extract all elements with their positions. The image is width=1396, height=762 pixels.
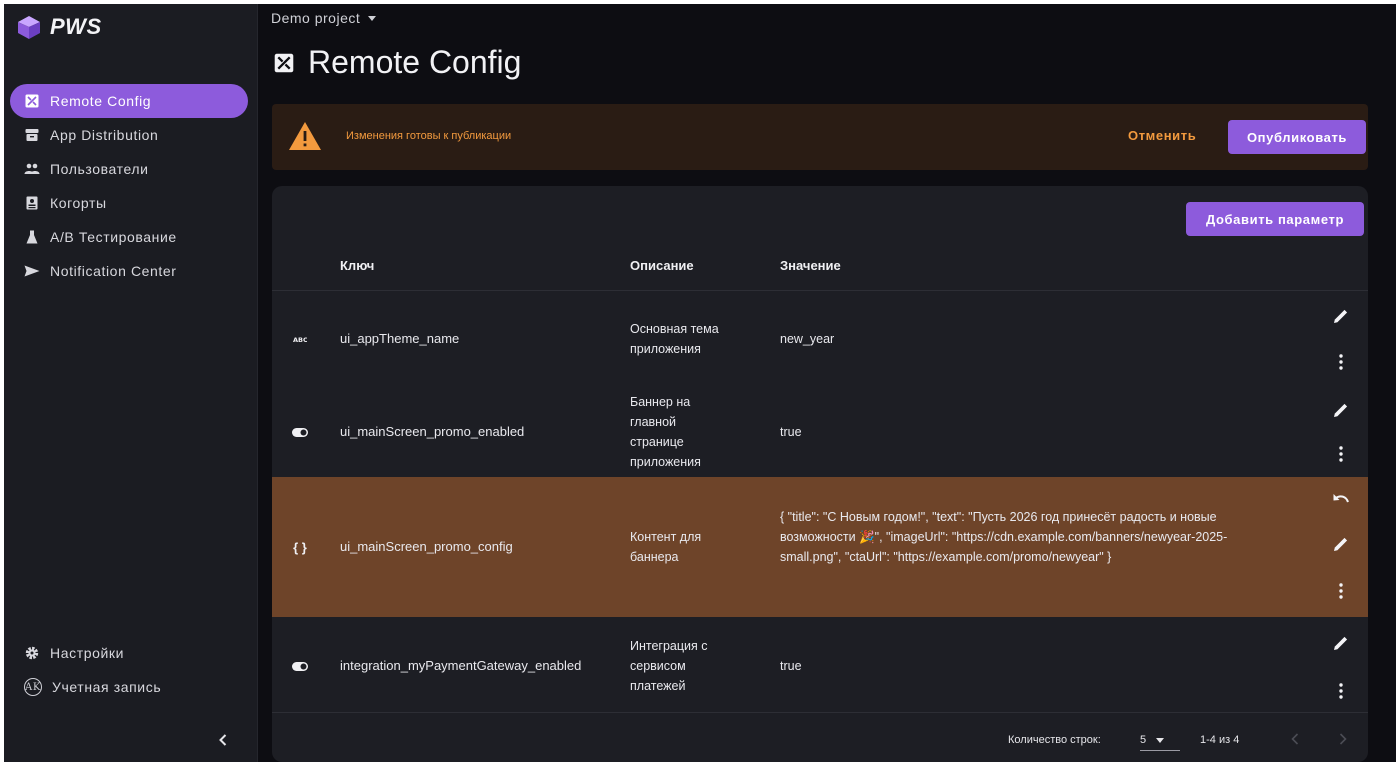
parameter-key: ui_mainScreen_promo_enabled	[340, 424, 525, 439]
table-row-changed[interactable]: { } ui_mainScreen_promo_config Контент д…	[272, 477, 1368, 617]
brand[interactable]: PWS	[16, 14, 102, 40]
toggle-type-icon	[290, 425, 310, 439]
parameter-key: integration_myPaymentGateway_enabled	[340, 658, 582, 673]
sidebar-item-label: Учетная запись	[52, 679, 162, 695]
parameter-value: { "title": "С Новым годом!", "text": "Пу…	[780, 510, 1228, 564]
app-window: PWS Remote Config App Distribution Польз…	[4, 4, 1396, 762]
sidebar-item-remote-config[interactable]: Remote Config	[10, 84, 248, 118]
sidebar-item-notification-center[interactable]: Notification Center	[10, 254, 248, 288]
project-name: Demo project	[271, 10, 361, 26]
chevron-right-icon	[1339, 733, 1347, 745]
rows-per-page-value: 5	[1140, 734, 1147, 746]
archive-icon	[24, 127, 40, 143]
column-header-description: Описание	[630, 258, 694, 273]
pencil-icon	[1334, 309, 1348, 323]
main-content: Demo project Remote Config Изменения гот…	[258, 4, 1396, 762]
undo-icon	[1333, 494, 1349, 503]
sidebar-bottom: Настройки AK Учетная запись	[10, 636, 248, 704]
publish-alert: Изменения готовы к публикации Отменить О…	[272, 104, 1368, 170]
parameter-value: new_year	[780, 332, 835, 346]
sidebar-item-label: Remote Config	[50, 93, 152, 109]
column-header-key: Ключ	[340, 258, 375, 273]
cohorts-icon	[24, 195, 40, 211]
gear-icon	[24, 645, 40, 661]
sidebar-nav: Remote Config App Distribution Пользоват…	[10, 84, 248, 288]
json-type-icon: { }	[293, 539, 307, 555]
svg-text:ABC: ABC	[293, 336, 307, 342]
sidebar-item-ab-testing[interactable]: A/B Тестирование	[10, 220, 248, 254]
more-options-button[interactable]	[1330, 580, 1352, 602]
parameter-key: ui_appTheme_name	[340, 331, 460, 346]
toggle-type-icon	[290, 659, 310, 673]
flask-icon	[24, 229, 40, 245]
pencil-icon	[1334, 403, 1348, 417]
users-icon	[24, 161, 40, 177]
page-title-text: Remote Config	[308, 44, 522, 80]
parameter-value: true	[780, 659, 802, 673]
string-type-icon: ABC	[290, 332, 310, 346]
previous-page-button[interactable]	[1286, 730, 1304, 748]
chevron-down-icon	[1156, 737, 1165, 743]
alert-message: Изменения готовы к публикации	[346, 130, 512, 142]
next-page-button[interactable]	[1334, 730, 1352, 748]
parameter-description: Интеграция с сервисом платежей	[630, 639, 708, 693]
project-selector[interactable]: Demo project	[271, 10, 377, 26]
app-name: PWS	[50, 14, 102, 39]
rows-per-page-select[interactable]: 5	[1140, 734, 1180, 751]
sidebar-item-label: Когорты	[50, 195, 107, 211]
more-vertical-icon	[1339, 583, 1343, 599]
remote-config-icon	[24, 93, 40, 109]
send-icon	[24, 263, 40, 279]
sidebar-item-label: Настройки	[50, 645, 125, 661]
rows-per-page-label: Количество строк:	[1008, 734, 1101, 746]
sidebar-item-label: Пользователи	[50, 161, 149, 177]
column-header-value: Значение	[780, 258, 841, 273]
table-row[interactable]: integration_myPaymentGateway_enabled Инт…	[272, 617, 1368, 713]
chevron-left-icon	[219, 734, 227, 746]
more-options-button[interactable]	[1330, 351, 1352, 373]
revert-button[interactable]	[1330, 487, 1352, 509]
pagination-range: 1-4 из 4	[1200, 734, 1240, 746]
edit-button[interactable]	[1330, 533, 1352, 555]
remote-config-icon	[274, 53, 294, 72]
parameter-value: true	[780, 425, 802, 439]
parameter-key: ui_mainScreen_promo_config	[340, 539, 513, 554]
sidebar: PWS Remote Config App Distribution Польз…	[4, 4, 258, 762]
parameter-description: Основная тема приложения	[630, 322, 719, 356]
sidebar-item-users[interactable]: Пользователи	[10, 152, 248, 186]
collapse-sidebar-button[interactable]	[213, 730, 233, 750]
parameter-description: Баннер на главной странице приложения	[630, 395, 701, 469]
table-row[interactable]: ABC ui_appTheme_name Основная тема прило…	[272, 291, 1368, 387]
sidebar-item-app-distribution[interactable]: App Distribution	[10, 118, 248, 152]
edit-button[interactable]	[1330, 305, 1352, 327]
sidebar-item-label: App Distribution	[50, 127, 159, 143]
sidebar-item-label: Notification Center	[50, 263, 177, 279]
publish-button[interactable]: Опубликовать	[1228, 120, 1366, 154]
parameter-description: Контент для баннера	[630, 530, 702, 564]
pencil-icon	[1334, 636, 1348, 650]
avatar-icon: AK	[24, 678, 42, 696]
more-vertical-icon	[1339, 446, 1343, 462]
sidebar-item-account[interactable]: AK Учетная запись	[10, 670, 248, 704]
more-vertical-icon	[1339, 683, 1343, 699]
add-parameter-button[interactable]: Добавить параметр	[1186, 202, 1364, 236]
cube-logo-icon	[18, 16, 40, 39]
pencil-icon	[1334, 537, 1348, 551]
table-row[interactable]: ui_mainScreen_promo_enabled Баннер на гл…	[272, 387, 1368, 477]
page-title: Remote Config	[274, 44, 521, 81]
chevron-left-icon	[1291, 733, 1299, 745]
warning-icon	[289, 122, 321, 150]
sidebar-item-label: A/B Тестирование	[50, 229, 177, 245]
sidebar-item-cohorts[interactable]: Когорты	[10, 186, 248, 220]
parameters-table: Добавить параметр Ключ Описание Значение…	[272, 186, 1368, 762]
chevron-down-icon	[368, 15, 377, 21]
more-options-button[interactable]	[1330, 443, 1352, 465]
sidebar-item-settings[interactable]: Настройки	[10, 636, 248, 670]
cancel-button[interactable]: Отменить	[1128, 128, 1196, 143]
edit-button[interactable]	[1330, 399, 1352, 421]
edit-button[interactable]	[1330, 632, 1352, 654]
more-vertical-icon	[1339, 354, 1343, 370]
more-options-button[interactable]	[1330, 680, 1352, 702]
